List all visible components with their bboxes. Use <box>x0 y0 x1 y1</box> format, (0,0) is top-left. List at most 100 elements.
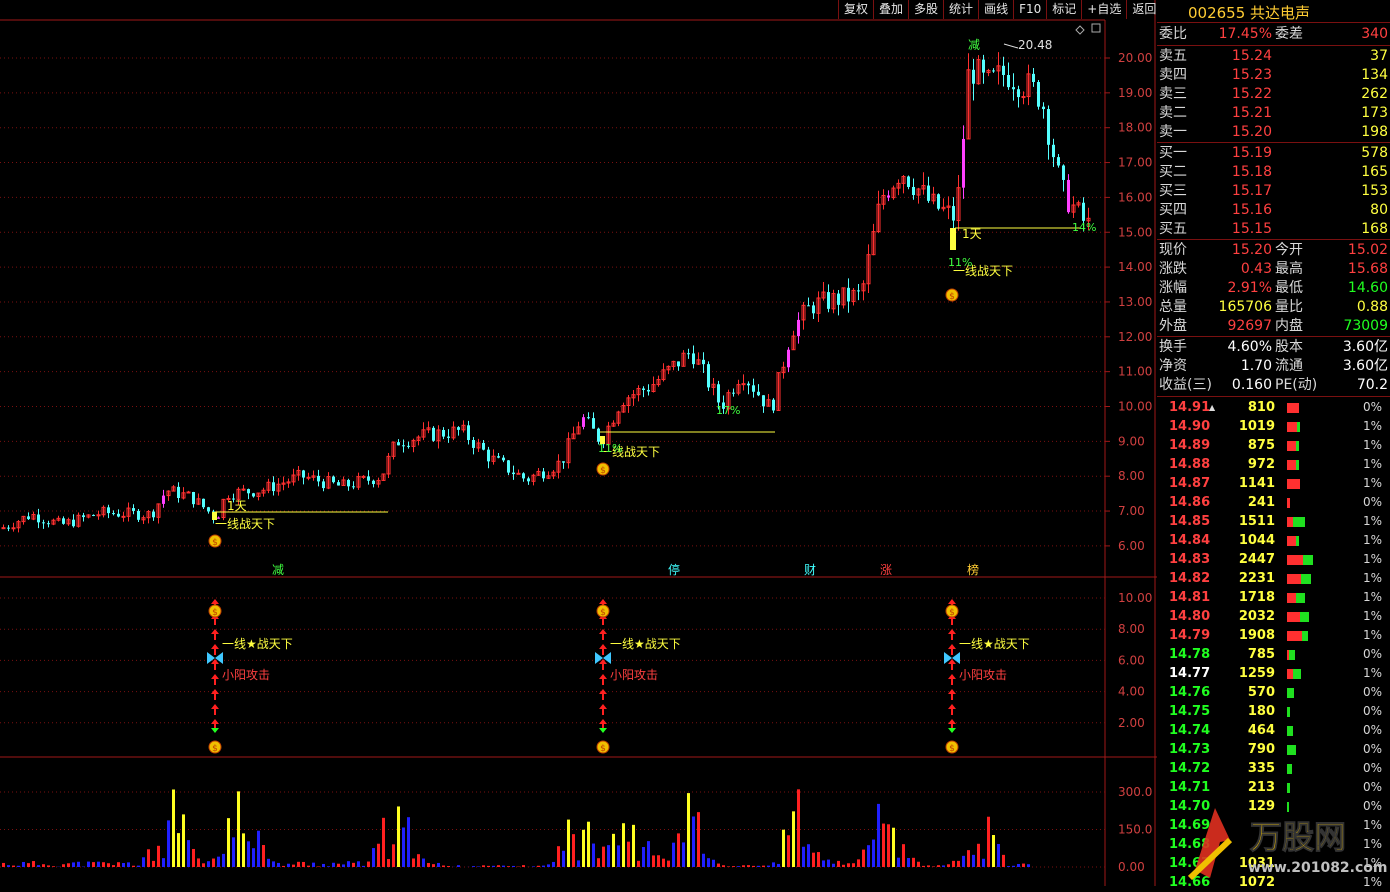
candle-body <box>12 528 15 529</box>
divider <box>1157 142 1390 143</box>
row-value-2: 165 <box>1361 163 1388 182</box>
volume-tick-label: 150.0 <box>1118 823 1152 837</box>
volume-bar <box>317 866 320 867</box>
row-value: 0.43 <box>1241 260 1272 279</box>
arrow-up-icon <box>211 674 219 679</box>
volume-bar <box>617 845 620 867</box>
candle-body <box>542 471 545 478</box>
toolbar-button-0[interactable]: 复权 <box>838 0 873 19</box>
toolbar-button-7[interactable]: +自选 <box>1081 0 1126 19</box>
toolbar-button-3[interactable]: 统计 <box>943 0 978 19</box>
volume-bar <box>582 830 585 867</box>
volume-bar <box>522 865 525 867</box>
level-percent: 0% <box>1363 759 1382 778</box>
volume-bar <box>152 861 155 867</box>
volume-bar <box>407 817 410 867</box>
money-bag-symbol: $ <box>600 466 606 476</box>
price-tick-label: 9.00 <box>1118 434 1145 448</box>
volume-bar <box>597 858 600 867</box>
volume-bar <box>417 854 420 867</box>
money-bag-symbol: $ <box>212 538 218 548</box>
level-volume: 1908 <box>1239 626 1275 645</box>
candle-body <box>762 395 765 406</box>
level-bar-green <box>1293 669 1301 679</box>
volume-bar <box>672 843 675 867</box>
level-bar-green <box>1296 536 1299 546</box>
toolbar-button-5[interactable]: F10 <box>1013 0 1046 19</box>
price-level-row: 14.8117181% <box>1157 588 1390 607</box>
row-value-2: 198 <box>1361 123 1388 142</box>
candle-body <box>982 60 985 73</box>
level-volume: 1044 <box>1239 531 1275 550</box>
volume-bar <box>347 861 350 867</box>
candle-body <box>252 493 255 496</box>
candle-body <box>407 446 410 447</box>
level-bar-green <box>1303 555 1313 565</box>
candle-body <box>42 522 45 523</box>
arrow-up-icon <box>211 629 219 634</box>
level-volume: 1019 <box>1239 417 1275 436</box>
row-label-2: PE(动) <box>1275 376 1317 395</box>
level-volume: 1718 <box>1239 588 1275 607</box>
volume-bar <box>647 841 650 867</box>
volume-bar <box>677 833 680 867</box>
volume-bar <box>1007 866 1010 867</box>
level-volume: 2032 <box>1239 607 1275 626</box>
level-bar-green <box>1302 631 1308 641</box>
volume-bar <box>817 852 820 867</box>
candle-body <box>497 456 500 457</box>
volume-bar <box>832 864 835 867</box>
candle-body <box>302 470 305 477</box>
candle-body <box>62 518 65 524</box>
candle-body <box>717 384 720 402</box>
volume-bar <box>562 851 565 867</box>
volume-bar <box>542 866 545 867</box>
level-bar-red <box>1287 498 1290 508</box>
kline-svg[interactable]: 20.0019.0018.0017.0016.0015.0014.0013.00… <box>0 0 1157 886</box>
level-percent: 1% <box>1363 626 1382 645</box>
volume-bar <box>512 866 515 867</box>
row-label: 卖二 <box>1159 104 1187 123</box>
volume-bar <box>657 855 660 867</box>
candle-body <box>912 187 915 195</box>
volume-bar <box>432 864 435 867</box>
annotation-high: 20.48 <box>1018 38 1052 52</box>
toolbar-button-4[interactable]: 画线 <box>978 0 1013 19</box>
event-mark: 涨 <box>880 562 892 577</box>
level-volume: 810 <box>1248 398 1275 417</box>
volume-bar <box>887 824 890 867</box>
volume-bar <box>687 793 690 867</box>
volume-bar <box>387 859 390 867</box>
candle-body <box>517 473 520 474</box>
volume-bar <box>442 865 445 867</box>
volume-bar <box>822 860 825 867</box>
row-value: 2.91% <box>1228 279 1272 298</box>
volume-bar <box>162 858 165 867</box>
candle-body <box>1002 66 1005 75</box>
volume-bar <box>752 866 755 867</box>
level-bar-red <box>1287 422 1297 432</box>
volume-bar <box>202 863 205 867</box>
volume-bar <box>692 816 695 867</box>
level-volume: 785 <box>1248 645 1275 664</box>
volume-bar <box>807 844 810 867</box>
volume-bar <box>137 866 140 867</box>
toolbar-button-2[interactable]: 多股 <box>908 0 943 19</box>
volume-bar <box>627 842 630 867</box>
indicator-tick-label: 6.00 <box>1118 653 1145 667</box>
toolbar-button-1[interactable]: 叠加 <box>873 0 908 19</box>
level-bar-green <box>1293 517 1305 527</box>
toolbar-button-6[interactable]: 标记 <box>1046 0 1081 19</box>
price-level-row: 14.8324471% <box>1157 550 1390 569</box>
candle-body <box>112 513 115 514</box>
candle-body <box>592 418 595 429</box>
level-percent: 1% <box>1363 531 1382 550</box>
level-percent: 0% <box>1363 398 1382 417</box>
price-level-row: 14.751800% <box>1157 702 1390 721</box>
price-level-row: 14.8222311% <box>1157 569 1390 588</box>
arrow-up-icon <box>599 719 607 724</box>
volume-bar <box>892 828 895 867</box>
volume-bar <box>722 865 725 867</box>
volume-bar <box>962 856 965 867</box>
row-label-2: 今开 <box>1275 241 1303 260</box>
